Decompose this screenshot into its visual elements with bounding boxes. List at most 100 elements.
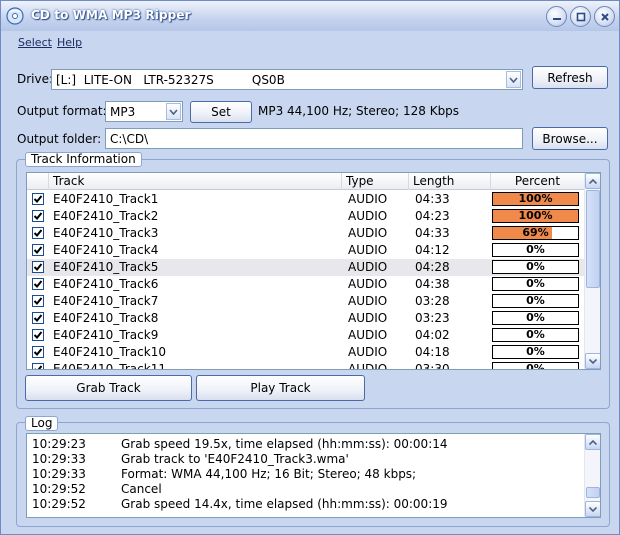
check-icon: [33, 280, 43, 288]
output-folder-value: C:\CD\: [110, 131, 149, 146]
chevron-down-icon[interactable]: [166, 103, 181, 120]
maximize-button[interactable]: [570, 6, 591, 27]
track-row[interactable]: E40F2410_Track3 AUDIO 04:33 69%: [27, 225, 585, 242]
log-message: Grab speed 19.5x, time elapsed (hh:mm:ss…: [121, 437, 448, 451]
track-checkbox[interactable]: [32, 363, 44, 369]
track-progress-bar: 69%: [492, 226, 579, 240]
track-progress-bar: 0%: [492, 294, 579, 308]
track-length: 03:30: [415, 362, 450, 370]
track-name: E40F2410_Track10: [53, 345, 166, 359]
track-row[interactable]: E40F2410_Track8 AUDIO 03:23 0%: [27, 310, 585, 327]
track-progress-bar: 0%: [492, 362, 579, 369]
log-list[interactable]: 10:29:23 Grab speed 19.5x, time elapsed (…: [26, 433, 601, 518]
menu-select[interactable]: Select: [18, 36, 52, 49]
track-information-title: Track Information: [25, 152, 142, 167]
drive-select[interactable]: [L:] LITE-ON LTR-52327S QS0B: [51, 69, 523, 90]
log-scrollbar[interactable]: [584, 434, 600, 517]
menu-help[interactable]: Help: [57, 36, 82, 49]
track-row[interactable]: E40F2410_Track6 AUDIO 04:38 0%: [27, 276, 585, 293]
scroll-thumb[interactable]: [586, 487, 600, 498]
track-row[interactable]: E40F2410_Track4 AUDIO 04:12 0%: [27, 242, 585, 259]
track-checkbox[interactable]: [32, 227, 44, 239]
check-icon: [33, 314, 43, 322]
set-button[interactable]: Set: [190, 101, 252, 123]
track-name: E40F2410_Track5: [53, 260, 159, 274]
header-percent[interactable]: Percent: [491, 173, 585, 190]
drive-label: Drive:: [17, 72, 54, 86]
track-checkbox[interactable]: [32, 295, 44, 307]
refresh-button[interactable]: Refresh: [532, 66, 608, 89]
track-list[interactable]: Track Type Length Percent E40F2410_Track…: [26, 172, 601, 370]
check-icon: [33, 263, 43, 271]
track-checkbox[interactable]: [32, 193, 44, 205]
output-format-value: MP3: [110, 104, 136, 119]
track-length: 04:33: [415, 226, 450, 240]
track-row[interactable]: E40F2410_Track1 AUDIO 04:33 100%: [27, 191, 585, 208]
track-percent: 0%: [526, 294, 545, 307]
track-progress-bar: 0%: [492, 311, 579, 325]
app-window: CD to WMA MP3 Ripper Select Help Drive: …: [0, 0, 620, 535]
track-name: E40F2410_Track11: [53, 362, 166, 370]
track-progress-bar: 100%: [492, 192, 579, 206]
chevron-down-icon[interactable]: [506, 71, 521, 88]
scroll-up-button[interactable]: [585, 434, 600, 450]
check-icon: [33, 331, 43, 339]
track-checkbox[interactable]: [32, 278, 44, 290]
track-percent: 0%: [526, 311, 545, 324]
track-progress-bar: 0%: [492, 243, 579, 257]
scroll-down-button[interactable]: [585, 353, 600, 369]
scroll-down-button[interactable]: [585, 501, 600, 517]
check-icon: [33, 297, 43, 305]
title-bar[interactable]: CD to WMA MP3 Ripper: [1, 1, 619, 31]
header-length[interactable]: Length: [409, 173, 491, 190]
track-type: AUDIO: [348, 345, 388, 359]
track-checkbox[interactable]: [32, 244, 44, 256]
header-type[interactable]: Type: [342, 173, 409, 190]
track-row[interactable]: E40F2410_Track9 AUDIO 04:02 0%: [27, 327, 585, 344]
track-row[interactable]: E40F2410_Track5 AUDIO 04:28 0%: [27, 259, 585, 276]
output-folder-input[interactable]: C:\CD\: [105, 128, 523, 149]
track-length: 04:02: [415, 328, 450, 342]
track-percent: 100%: [518, 209, 553, 222]
track-type: AUDIO: [348, 209, 388, 223]
scroll-up-button[interactable]: [585, 173, 600, 189]
check-icon: [34, 365, 43, 369]
track-percent: 69%: [522, 226, 549, 239]
track-row[interactable]: E40F2410_Track10 AUDIO 04:18 0%: [27, 344, 585, 361]
log-message: Cancel: [121, 482, 162, 496]
track-list-header: Track Type Length Percent: [27, 173, 585, 190]
header-check-column[interactable]: [27, 173, 49, 190]
track-percent: 0%: [526, 328, 545, 341]
track-length: 04:18: [415, 345, 450, 359]
log-message: Grab speed 14.4x, time elapsed (hh:mm:ss…: [121, 497, 448, 511]
track-checkbox[interactable]: [32, 312, 44, 324]
track-list-scrollbar[interactable]: [584, 173, 600, 369]
track-row[interactable]: E40F2410_Track11 AUDIO 03:30 0%: [27, 361, 585, 370]
check-icon: [33, 229, 43, 237]
play-track-button[interactable]: Play Track: [196, 375, 365, 401]
track-checkbox[interactable]: [32, 261, 44, 273]
menu-bar: Select Help: [1, 31, 619, 53]
scroll-thumb[interactable]: [586, 190, 600, 288]
log-message: Grab track to 'E40F2410_Track3.wma': [121, 452, 349, 466]
check-icon: [33, 246, 43, 254]
log-title: Log: [25, 416, 59, 431]
track-row[interactable]: E40F2410_Track7 AUDIO 03:28 0%: [27, 293, 585, 310]
track-name: E40F2410_Track4: [53, 243, 159, 257]
track-checkbox[interactable]: [32, 346, 44, 358]
track-name: E40F2410_Track3: [53, 226, 159, 240]
header-track[interactable]: Track: [49, 173, 342, 190]
minimize-button[interactable]: [546, 6, 567, 27]
close-button[interactable]: [594, 6, 615, 27]
track-checkbox[interactable]: [32, 210, 44, 222]
track-name: E40F2410_Track1: [53, 192, 159, 206]
track-type: AUDIO: [348, 243, 388, 257]
track-progress-bar: 0%: [492, 277, 579, 291]
output-format-label: Output format:: [17, 104, 107, 118]
check-icon: [33, 212, 43, 220]
grab-track-button[interactable]: Grab Track: [25, 375, 192, 401]
browse-button[interactable]: Browse...: [532, 127, 608, 150]
output-format-select[interactable]: MP3: [105, 101, 183, 122]
track-row[interactable]: E40F2410_Track2 AUDIO 04:23 100%: [27, 208, 585, 225]
track-checkbox[interactable]: [32, 329, 44, 341]
